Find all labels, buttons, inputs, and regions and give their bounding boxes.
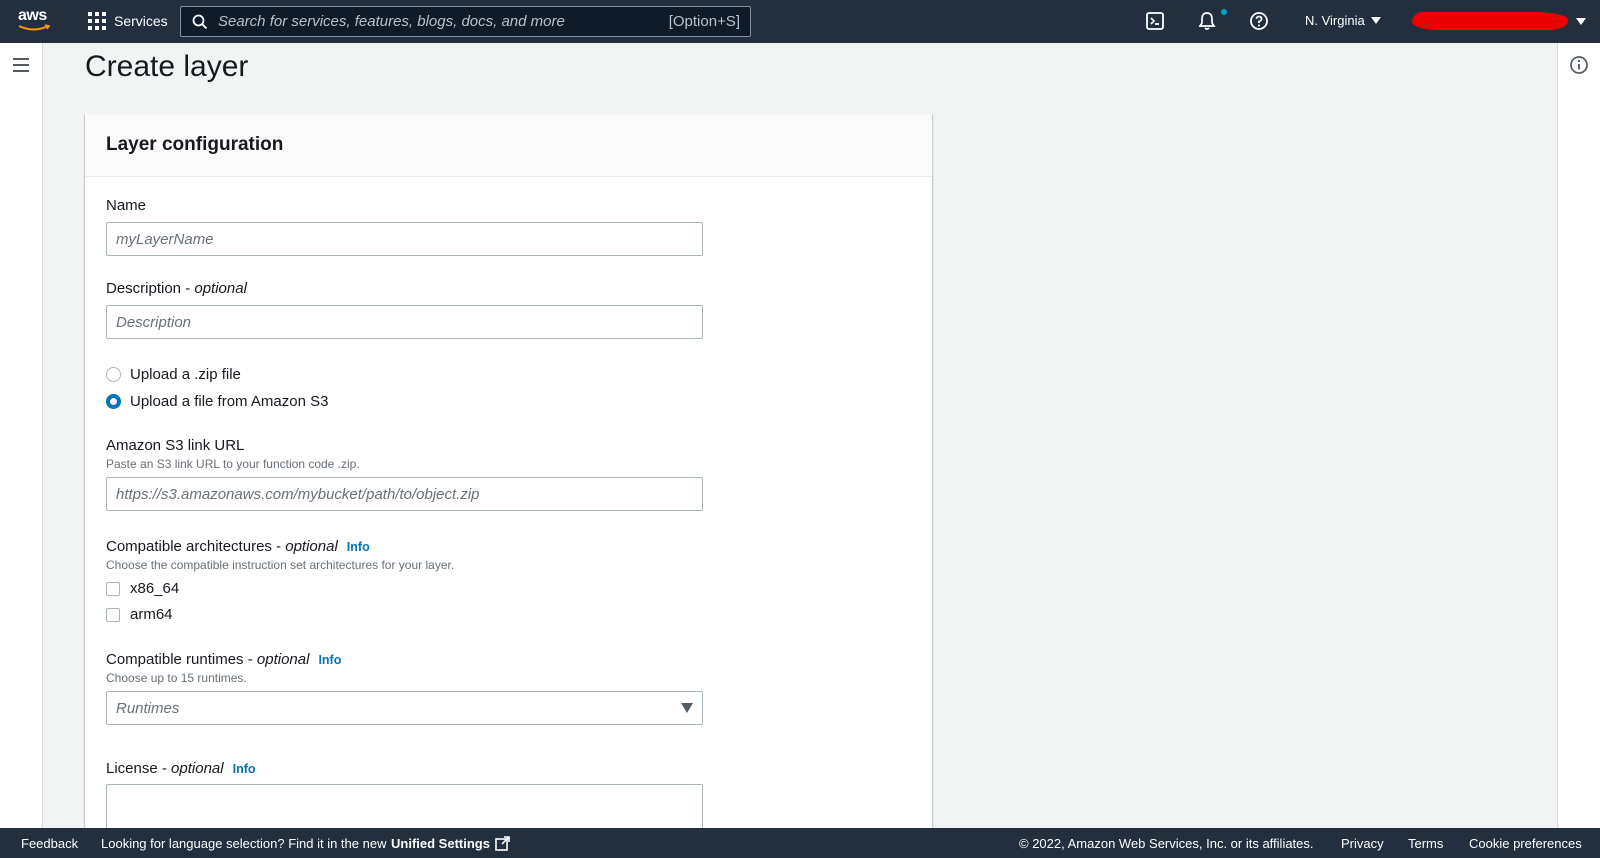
license-info-link[interactable]: Info bbox=[233, 762, 256, 776]
services-label: Services bbox=[114, 13, 168, 29]
copyright-text: © 2022, Amazon Web Services, Inc. or its… bbox=[1019, 836, 1314, 851]
caret-down-icon bbox=[681, 703, 693, 713]
unified-settings-label: Unified Settings bbox=[391, 836, 490, 851]
search-shortcut-hint: [Option+S] bbox=[668, 13, 740, 30]
runtimes-info-link[interactable]: Info bbox=[318, 653, 341, 667]
x86-64-label: x86_64 bbox=[130, 580, 180, 597]
runtimes-select[interactable]: Runtimes bbox=[106, 691, 703, 725]
bell-icon[interactable] bbox=[1197, 11, 1217, 31]
search-icon bbox=[192, 14, 208, 29]
radio-checked-icon bbox=[106, 394, 121, 409]
x86-64-checkbox[interactable]: x86_64 bbox=[106, 580, 179, 597]
top-navigation: aws Services [Option+S] N. Virgin bbox=[0, 0, 1600, 43]
optional-label: optional bbox=[171, 760, 224, 777]
runtimes-placeholder: Runtimes bbox=[116, 699, 180, 717]
redacted-account-name bbox=[1410, 12, 1570, 30]
license-field: License - optional Info bbox=[106, 760, 703, 828]
search-input[interactable] bbox=[218, 13, 658, 30]
name-input[interactable] bbox=[106, 222, 703, 256]
caret-down-icon bbox=[1370, 17, 1381, 24]
upload-s3-label: Upload a file from Amazon S3 bbox=[130, 393, 329, 410]
caret-down-icon bbox=[1576, 17, 1586, 25]
upload-s3-radio[interactable]: Upload a file from Amazon S3 bbox=[106, 393, 328, 410]
right-tools-panel bbox=[1557, 43, 1600, 828]
description-input[interactable] bbox=[106, 305, 703, 339]
s3-url-field: Amazon S3 link URL Paste an S3 link URL … bbox=[106, 437, 703, 511]
unified-settings-link[interactable]: Unified Settings bbox=[391, 836, 510, 851]
name-field: Name bbox=[106, 197, 703, 256]
aws-logo[interactable]: aws bbox=[18, 8, 54, 34]
optional-label: optional bbox=[194, 280, 247, 297]
account-menu[interactable] bbox=[1410, 12, 1586, 30]
notification-dot bbox=[1221, 9, 1227, 15]
optional-label: optional bbox=[256, 651, 310, 668]
terms-link[interactable]: Terms bbox=[1408, 836, 1443, 851]
hamburger-menu-icon[interactable] bbox=[13, 58, 29, 72]
external-link-icon bbox=[495, 836, 510, 851]
cloudshell-icon[interactable] bbox=[1145, 11, 1165, 31]
info-icon[interactable] bbox=[1569, 55, 1589, 75]
architectures-info-link[interactable]: Info bbox=[347, 540, 370, 554]
panel-header: Layer configuration bbox=[85, 114, 932, 177]
s3-url-label: Amazon S3 link URL bbox=[106, 437, 245, 454]
architectures-label: Compatible architectures - optional Info bbox=[106, 538, 370, 555]
radio-unchecked-icon bbox=[106, 367, 121, 382]
aws-logo-text: aws bbox=[18, 7, 47, 24]
left-side-navigation bbox=[0, 43, 43, 828]
arm64-checkbox[interactable]: arm64 bbox=[106, 606, 173, 623]
architectures-field: Compatible architectures - optional Info … bbox=[106, 538, 454, 572]
upload-zip-label: Upload a .zip file bbox=[130, 366, 241, 383]
runtimes-hint: Choose up to 15 runtimes. bbox=[106, 671, 247, 685]
feedback-link[interactable]: Feedback bbox=[21, 836, 78, 851]
license-label: License - optional Info bbox=[106, 760, 256, 777]
name-label: Name bbox=[106, 197, 147, 214]
runtimes-label: Compatible runtimes - optional Info bbox=[106, 651, 342, 668]
region-selector[interactable]: N. Virginia bbox=[1305, 13, 1381, 28]
cookie-preferences-link[interactable]: Cookie preferences bbox=[1469, 836, 1582, 851]
services-menu-button[interactable]: Services bbox=[88, 12, 168, 30]
aws-smile-icon bbox=[18, 24, 51, 31]
checkbox-unchecked-icon bbox=[106, 581, 120, 596]
description-label: Description - optional bbox=[106, 280, 247, 297]
search-bar[interactable]: [Option+S] bbox=[180, 6, 751, 37]
checkbox-unchecked-icon bbox=[106, 607, 120, 622]
privacy-link[interactable]: Privacy bbox=[1341, 836, 1384, 851]
grid-icon bbox=[88, 12, 106, 30]
description-field: Description - optional bbox=[106, 280, 703, 339]
panel-title: Layer configuration bbox=[106, 134, 284, 155]
page-title: Create layer bbox=[85, 50, 249, 83]
upload-zip-radio[interactable]: Upload a .zip file bbox=[106, 366, 241, 383]
s3-url-hint: Paste an S3 link URL to your function co… bbox=[106, 457, 360, 471]
license-textarea[interactable] bbox=[106, 784, 703, 828]
help-icon[interactable] bbox=[1249, 11, 1269, 31]
runtimes-field: Compatible runtimes - optional Info Choos… bbox=[106, 651, 703, 725]
region-label: N. Virginia bbox=[1305, 13, 1365, 28]
arm64-label: arm64 bbox=[130, 606, 173, 623]
language-selection-text: Looking for language selection? Find it … bbox=[101, 836, 387, 851]
optional-label: optional bbox=[285, 538, 338, 555]
footer: Feedback Looking for language selection?… bbox=[0, 828, 1600, 858]
s3-url-input[interactable] bbox=[106, 477, 703, 511]
architectures-hint: Choose the compatible instruction set ar… bbox=[106, 558, 455, 572]
layer-configuration-panel: Layer configuration Name Description - o… bbox=[85, 114, 932, 828]
